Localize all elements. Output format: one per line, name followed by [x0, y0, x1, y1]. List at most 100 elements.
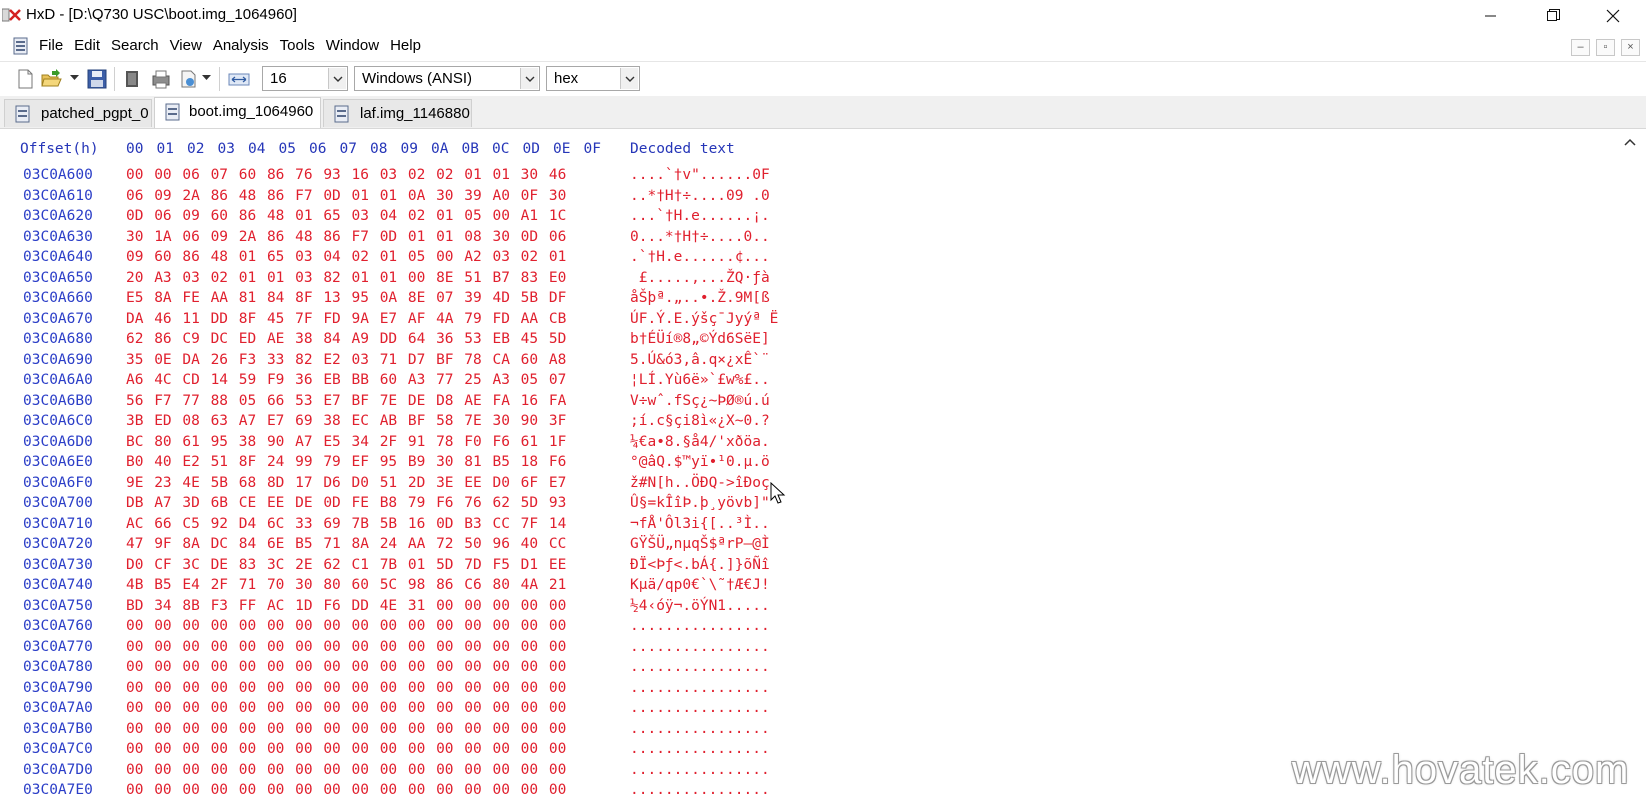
- save-icon[interactable]: [86, 68, 108, 90]
- row-decoded-text[interactable]: ................: [630, 741, 770, 757]
- menu-help[interactable]: Help: [390, 37, 421, 54]
- offset-base-select[interactable]: hex: [546, 66, 640, 91]
- row-bytes[interactable]: 00 00 06 07 60 86 76 93 16 03 02 02 01 0…: [126, 167, 566, 183]
- row-decoded-text[interactable]: GŸŠÜ„nµqŠ$ªrP–@Ì: [630, 536, 770, 552]
- mdi-close-button[interactable]: ×: [1621, 39, 1640, 56]
- row-decoded-text[interactable]: ................: [630, 762, 770, 778]
- row-bytes[interactable]: A6 4C CD 14 59 F9 36 EB BB 60 A3 77 25 A…: [126, 372, 566, 388]
- row-bytes[interactable]: BD 34 8B F3 FF AC 1D F6 DD 4E 31 00 00 0…: [126, 598, 566, 614]
- row-bytes[interactable]: AC 66 C5 92 D4 6C 33 69 7B 5B 16 0D B3 C…: [126, 516, 566, 532]
- row-bytes[interactable]: DA 46 11 DD 8F 45 7F FD 9A E7 AF 4A 79 F…: [126, 311, 566, 327]
- row-decoded-text[interactable]: ................: [630, 680, 770, 696]
- row-bytes[interactable]: 20 A3 03 02 01 01 03 82 01 01 00 8E 51 B…: [126, 270, 566, 286]
- row-decoded-text[interactable]: °@âQ.$™yï•¹0.µ.ö: [630, 454, 770, 470]
- row-decoded-text[interactable]: ½4‹óÿ¬.öÝN1.....: [630, 598, 770, 614]
- document-icon[interactable]: [12, 37, 30, 55]
- row-bytes[interactable]: 62 86 C9 DC ED AE 38 84 A9 DD 64 36 53 E…: [126, 331, 566, 347]
- row-decoded-text[interactable]: .`†H.e......¢...: [630, 249, 770, 265]
- row-bytes[interactable]: B0 40 E2 51 8F 24 99 79 EF 95 B9 30 81 B…: [126, 454, 566, 470]
- bytes-per-row-select[interactable]: 16: [262, 66, 348, 91]
- restore-button[interactable]: [1530, 0, 1576, 31]
- menu-window[interactable]: Window: [326, 37, 379, 54]
- row-decoded-text[interactable]: Û§=kÎîÞ.þ¸yövb]": [630, 495, 770, 511]
- row-offset: 03C0A790: [23, 679, 93, 696]
- row-decoded-text[interactable]: V÷wˆ.fSç¿~ÞØ®ú.ú: [630, 393, 770, 409]
- row-decoded-text[interactable]: b†ÉÜí®8„©Ýd6SëE]: [630, 331, 770, 347]
- offset-base-dropdown[interactable]: [620, 68, 638, 89]
- row-decoded-text[interactable]: ................: [630, 700, 770, 716]
- menu-edit[interactable]: Edit: [74, 37, 100, 54]
- mdi-restore-button[interactable]: ▫: [1596, 39, 1615, 56]
- row-decoded-text[interactable]: ................: [630, 659, 770, 675]
- menu-search[interactable]: Search: [111, 37, 159, 54]
- row-bytes[interactable]: D0 CF 3C DE 83 3C 2E 62 C1 7B 01 5D 7D F…: [126, 557, 566, 573]
- charset-dropdown[interactable]: [520, 68, 538, 89]
- new-file-icon[interactable]: [14, 68, 36, 90]
- row-bytes[interactable]: 09 60 86 48 01 65 03 04 02 01 05 00 A2 0…: [126, 249, 566, 265]
- row-bytes[interactable]: 00 00 00 00 00 00 00 00 00 00 00 00 00 0…: [126, 659, 566, 675]
- close-button[interactable]: [1590, 0, 1636, 31]
- row-decoded-text[interactable]: åŠþª.„..•.Ž.9M[ß: [630, 290, 770, 306]
- row-bytes[interactable]: 3B ED 08 63 A7 E7 69 38 EC AB BF 58 7E 3…: [126, 413, 566, 429]
- row-bytes[interactable]: 00 00 00 00 00 00 00 00 00 00 00 00 00 0…: [126, 782, 566, 798]
- row-decoded-text[interactable]: ..*†H†÷....09 .0: [630, 188, 770, 204]
- row-decoded-text[interactable]: ....`†v"......0F: [630, 167, 770, 183]
- bytes-per-row-dropdown[interactable]: [328, 68, 346, 89]
- row-decoded-text[interactable]: ;í.c§çi8ì«¿X~0.?: [630, 413, 770, 429]
- row-decoded-text[interactable]: ................: [630, 639, 770, 655]
- row-decoded-text[interactable]: Kµä/qp0€`\˜†Æ€J!: [630, 577, 770, 593]
- row-offset: 03C0A7B0: [23, 720, 93, 737]
- row-bytes[interactable]: 00 00 00 00 00 00 00 00 00 00 00 00 00 0…: [126, 680, 566, 696]
- export-dropdown-icon[interactable]: [202, 75, 211, 81]
- open-file-icon[interactable]: [40, 68, 62, 90]
- row-bytes[interactable]: 30 1A 06 09 2A 86 48 86 F7 0D 01 01 08 3…: [126, 229, 566, 245]
- minimize-button[interactable]: [1468, 0, 1514, 31]
- row-decoded-text[interactable]: ¼€a•8.§å4/'xðöa.: [630, 434, 770, 450]
- menu-file[interactable]: File: [39, 37, 63, 54]
- row-bytes[interactable]: 35 0E DA 26 F3 33 82 E2 03 71 D7 BF 78 C…: [126, 352, 566, 368]
- row-offset: 03C0A7D0: [23, 761, 93, 778]
- row-bytes[interactable]: 00 00 00 00 00 00 00 00 00 00 00 00 00 0…: [126, 639, 566, 655]
- tab-laf-img[interactable]: laf.img_1146880: [323, 99, 472, 127]
- row-bytes[interactable]: E5 8A FE AA 81 84 8F 13 95 0A 8E 07 39 4…: [126, 290, 566, 306]
- row-decoded-text[interactable]: ................: [630, 782, 770, 798]
- row-decoded-text[interactable]: ¦LÍ.Yù6ë»`£w%£..: [630, 372, 770, 388]
- export-icon[interactable]: [178, 68, 200, 90]
- row-bytes[interactable]: 00 00 00 00 00 00 00 00 00 00 00 00 00 0…: [126, 741, 566, 757]
- charset-select[interactable]: Windows (ANSI): [354, 66, 540, 91]
- row-decoded-text[interactable]: ................: [630, 618, 770, 634]
- row-decoded-text[interactable]: £.....‚...ŽQ·ƒà: [630, 270, 770, 286]
- row-bytes[interactable]: 47 9F 8A DC 84 6E B5 71 8A 24 AA 72 50 9…: [126, 536, 566, 552]
- row-decoded-text[interactable]: 0...*†H†÷....0..: [630, 229, 770, 245]
- row-bytes[interactable]: 00 00 00 00 00 00 00 00 00 00 00 00 00 0…: [126, 762, 566, 778]
- row-bytes[interactable]: 00 00 00 00 00 00 00 00 00 00 00 00 00 0…: [126, 618, 566, 634]
- menu-view[interactable]: View: [170, 37, 202, 54]
- menu-tools[interactable]: Tools: [280, 37, 315, 54]
- row-decoded-text[interactable]: ÚF.Ý.E.ýšç¯Jyýª Ë: [630, 311, 778, 327]
- tab-boot-img[interactable]: boot.img_1064960: [154, 97, 321, 128]
- row-bytes[interactable]: 06 09 2A 86 48 86 F7 0D 01 01 0A 30 39 A…: [126, 188, 566, 204]
- row-bytes[interactable]: 56 F7 77 88 05 66 53 E7 BF 7E DE D8 AE F…: [126, 393, 566, 409]
- mdi-minimize-button[interactable]: –: [1571, 39, 1590, 56]
- row-decoded-text[interactable]: 5.Ú&ó3‚â.q×¿xÊ`¨: [630, 352, 770, 368]
- row-bytes[interactable]: 00 00 00 00 00 00 00 00 00 00 00 00 00 0…: [126, 721, 566, 737]
- menu-analysis[interactable]: Analysis: [213, 37, 269, 54]
- scroll-up-icon[interactable]: [1623, 137, 1637, 147]
- row-decoded-text[interactable]: ÐÏ<Þƒ<.bÁ{.]}õÑî: [630, 557, 770, 573]
- row-bytes[interactable]: BC 80 61 95 38 90 A7 E5 34 2F 91 78 F0 F…: [126, 434, 566, 450]
- hex-editor-view[interactable]: Offset(h) 00 01 02 03 04 05 06 07 08 09 0A 0B 0C 0D 0E…: [0, 129, 1646, 803]
- row-decoded-text[interactable]: ž#N[h..ÖÐQ->îÐoç: [630, 475, 770, 491]
- print-preview-icon[interactable]: [122, 68, 144, 90]
- row-bytes[interactable]: 4B B5 E4 2F 71 70 30 80 60 5C 98 86 C6 8…: [126, 577, 566, 593]
- row-offset: 03C0A730: [23, 556, 93, 573]
- row-decoded-text[interactable]: ¬fÅ'Ôl3i{[..³Ì..: [630, 516, 770, 532]
- row-decoded-text[interactable]: ................: [630, 721, 770, 737]
- open-dropdown-icon[interactable]: [70, 75, 79, 81]
- row-decoded-text[interactable]: ...`†H.e......¡.: [630, 208, 770, 224]
- tab-patched-pgpt[interactable]: patched_pgpt_0: [4, 99, 152, 127]
- row-bytes[interactable]: DB A7 3D 6B CE EE DE 0D FE B8 79 F6 76 6…: [126, 495, 566, 511]
- row-bytes[interactable]: 9E 23 4E 5B 68 8D 17 D6 D0 51 2D 3E EE D…: [126, 475, 566, 491]
- row-bytes[interactable]: 00 00 00 00 00 00 00 00 00 00 00 00 00 0…: [126, 700, 566, 716]
- row-bytes[interactable]: 0D 06 09 60 86 48 01 65 03 04 02 01 05 0…: [126, 208, 566, 224]
- print-icon[interactable]: [150, 68, 172, 90]
